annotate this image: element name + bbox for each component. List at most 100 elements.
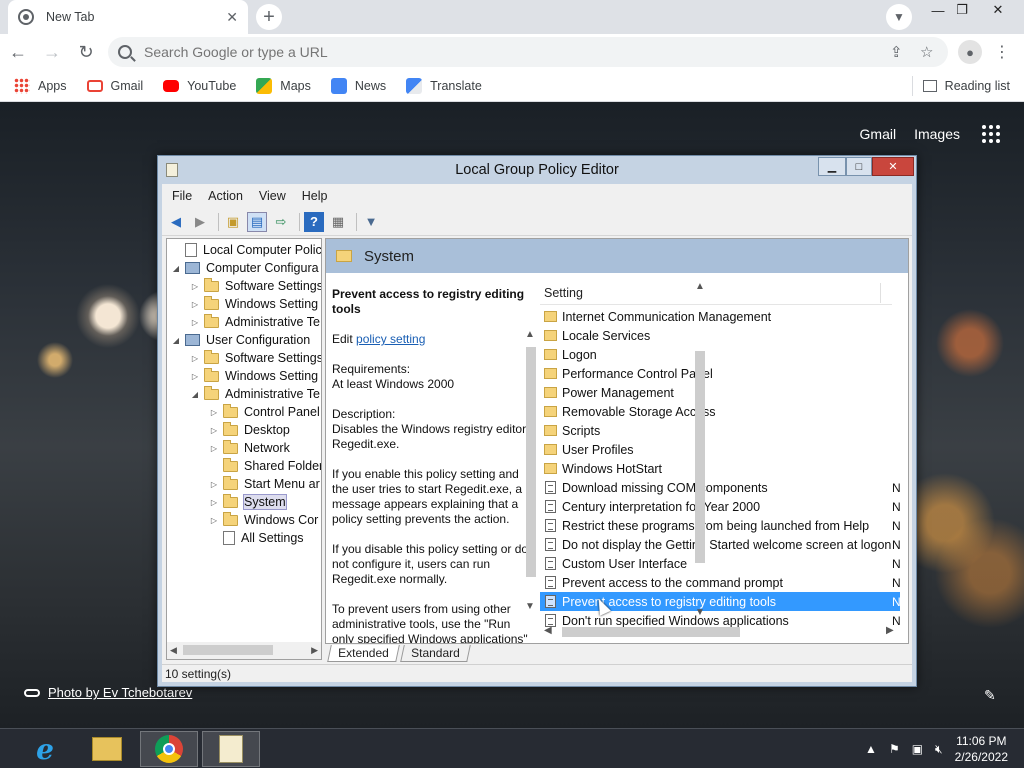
kebab-menu-icon[interactable]: ⋮ [992,40,1012,64]
scroll-left-icon[interactable]: ◀ [544,625,552,636]
expand-arrow-icon[interactable]: ▷ [209,408,219,417]
tree-node[interactable]: ◢ User Configuration [171,331,310,349]
action-center-flag-icon[interactable]: ⚑ [889,742,900,756]
scroll-left-icon[interactable]: ◀ [170,645,177,656]
gmail-link[interactable]: Gmail [860,126,897,142]
taskbar-file-explorer[interactable] [78,731,136,767]
bookmark-translate[interactable]: Translate [406,77,482,94]
scroll-down-icon[interactable]: ▼ [525,601,535,612]
tree-node[interactable]: ◢ Computer Configura [171,259,319,277]
clock[interactable]: 11:06 PM 2/26/2022 [955,733,1008,765]
tab-standard[interactable]: Standard [399,645,471,662]
window-close-icon[interactable]: ✕ [982,0,1014,20]
gpe-titlebar[interactable]: Local Group Policy Editor [158,156,916,184]
back-icon[interactable]: ◀ [166,212,186,232]
tree-node[interactable]: ▷ Windows Cor [209,511,318,529]
list-item[interactable]: Locale Services [540,326,900,345]
expand-arrow-icon[interactable]: ▷ [190,282,200,291]
network-icon[interactable]: ▣ [912,742,923,756]
gpe-close-icon[interactable]: ✕ [872,157,914,176]
list-item[interactable]: Download missing COM components N [540,478,901,497]
expand-arrow-icon[interactable]: ▷ [190,300,200,309]
tree-node[interactable]: ▷ System [209,493,287,511]
list-item[interactable]: Logon [540,345,900,364]
list-vertical-scrollbar[interactable]: ▲ ▼ [692,281,708,621]
omnibox-input[interactable] [144,44,764,60]
tree-node[interactable]: ▷ Desktop [209,421,290,439]
list-item[interactable]: Prevent access to the command prompt N [540,573,901,592]
images-link[interactable]: Images [914,126,960,142]
list-item[interactable]: Internet Communication Management [540,307,900,326]
gpe-minimize-icon[interactable]: ▁ [818,157,846,176]
list-item[interactable]: Removable Storage Access [540,402,900,421]
list-item[interactable]: User Profiles [540,440,900,459]
profile-avatar-icon[interactable]: ● [958,40,982,64]
share-icon[interactable]: ⇪ [890,43,903,61]
tree-node[interactable]: ▷ Network [209,439,290,457]
scroll-up-icon[interactable]: ▲ [525,329,535,340]
expand-arrow-icon[interactable]: ▷ [190,372,200,381]
list-item[interactable]: Windows HotStart [540,459,900,478]
tab-extended[interactable]: Extended [327,645,400,662]
taskbar-group-policy[interactable] [202,731,260,767]
tab-new-tab[interactable]: New Tab ✕ [8,0,248,34]
scroll-down-icon[interactable]: ▼ [695,607,705,618]
tab-search-chevron-icon[interactable]: ▼ [886,4,912,30]
scroll-thumb[interactable] [183,645,273,655]
tree-node[interactable]: ▷ Software Settings [190,349,321,367]
taskbar-chrome[interactable] [140,731,198,767]
list-item[interactable]: Century interpretation for Year 2000 N [540,497,901,516]
tree-node[interactable]: ▷ Software Settings [190,277,321,295]
filter-icon[interactable]: ▼ [361,212,381,232]
list-horizontal-scrollbar[interactable]: ◀ ▶ [540,623,908,641]
new-tab-button[interactable]: + [256,4,282,30]
google-apps-grid-icon[interactable] [982,125,1000,143]
tree-node[interactable]: Local Computer Policy [171,241,321,259]
forward-icon[interactable]: ▶ [190,212,210,232]
menu-help[interactable]: Help [302,189,328,203]
menu-file[interactable]: File [172,189,192,203]
expand-arrow-icon[interactable]: ▷ [209,444,219,453]
reading-list-button[interactable]: Reading list [911,76,1010,96]
menu-view[interactable]: View [259,189,286,203]
settings-list[interactable]: Setting Internet Communication Managemen… [540,281,908,643]
expand-arrow-icon[interactable]: ▷ [209,480,219,489]
list-item[interactable]: Performance Control Panel [540,364,900,383]
tree-node[interactable]: ◢ Administrative Te [190,385,320,403]
up-folder-icon[interactable]: ▣ [223,212,243,232]
expand-arrow-icon[interactable]: ◢ [171,336,181,345]
tree-horizontal-scrollbar[interactable]: ◀ ▶ [167,642,321,659]
description-scrollbar[interactable]: ▲ ▼ [523,329,539,619]
column-header-setting[interactable]: Setting [540,281,892,305]
scroll-thumb[interactable] [526,347,536,577]
restore-icon[interactable]: ❐ [946,0,978,20]
tree-node[interactable]: ▷ Control Panel [209,403,320,421]
tab-close-icon[interactable]: ✕ [226,9,238,26]
tree-node[interactable]: ▷ Windows Setting [190,367,318,385]
customize-pencil-icon[interactable]: ✎ [984,687,996,704]
expand-arrow-icon[interactable]: ◢ [171,264,181,273]
scroll-up-icon[interactable]: ▲ [695,281,705,292]
taskbar-internet-explorer[interactable]: e [16,731,74,767]
forward-arrow-icon[interactable]: → [36,36,68,68]
show-hidden-icons-chevron-icon[interactable]: ▲ [865,742,877,756]
expand-arrow-icon[interactable]: ▷ [190,354,200,363]
volume-muted-icon[interactable]: 🔇︎ [935,742,943,757]
tree-node[interactable]: ▷ Windows Setting [190,295,318,313]
bookmark-apps[interactable]: Apps [14,77,67,94]
list-item[interactable]: Do not display the Getting Started welco… [540,535,901,554]
omnibox[interactable]: ⇪ ☆ [108,37,948,67]
scroll-thumb[interactable] [695,351,705,563]
help-icon[interactable]: ? [304,211,324,232]
list-item[interactable]: Restrict these programs from being launc… [540,516,901,535]
tree-node[interactable]: All Settings [209,529,304,547]
tree-node[interactable]: Shared Folder [209,457,321,475]
tree-node[interactable]: ▷ Start Menu ar [209,475,320,493]
policy-tree[interactable]: Local Computer Policy ◢ Computer Configura… [166,238,322,660]
bookmark-gmail[interactable]: Gmail [86,79,143,93]
bookmark-star-icon[interactable]: ☆ [920,43,933,61]
expand-arrow-icon[interactable]: ▷ [209,426,219,435]
bookmark-news[interactable]: News [330,77,386,94]
policy-setting-link[interactable]: policy setting [356,332,425,346]
export-list-icon[interactable]: ⇨ [271,212,291,232]
